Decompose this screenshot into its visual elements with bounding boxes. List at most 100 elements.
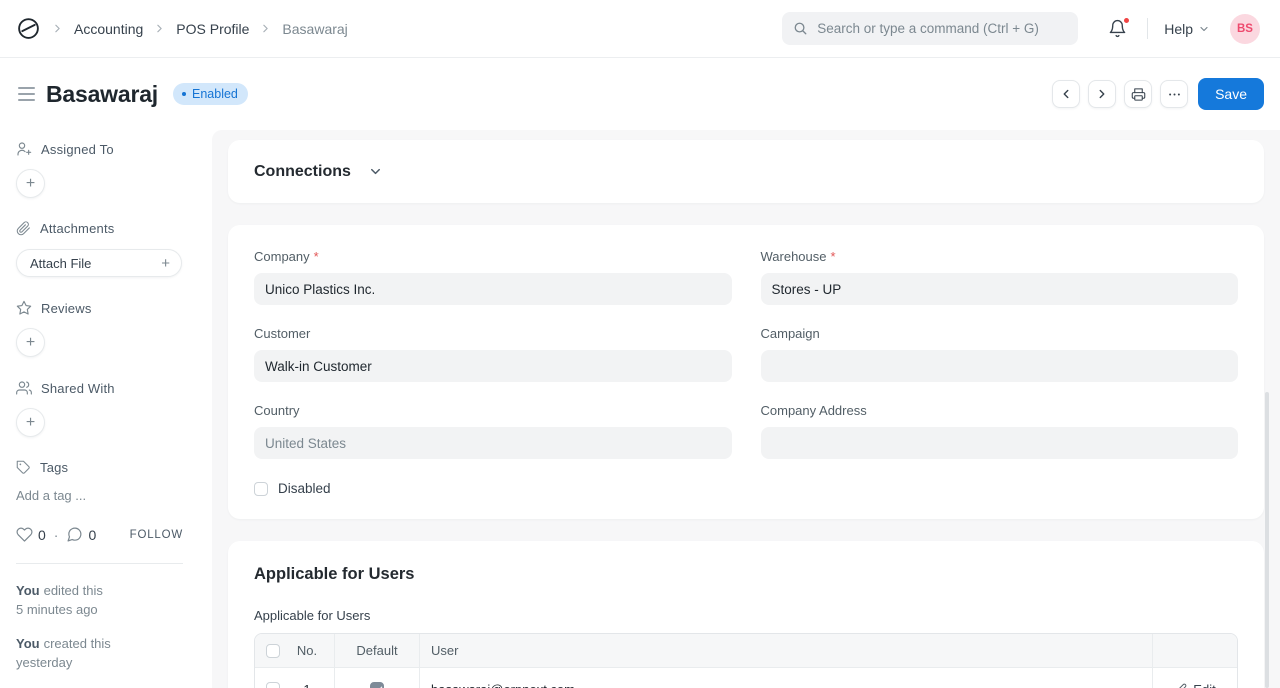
notification-dot <box>1123 17 1130 24</box>
country-label: Country <box>254 403 300 418</box>
save-button[interactable]: Save <box>1198 78 1264 110</box>
scrollbar-thumb[interactable] <box>1265 392 1269 688</box>
activity-action: edited this <box>44 583 103 598</box>
activity-user: You <box>16 636 40 651</box>
more-actions-button[interactable] <box>1160 80 1188 108</box>
applicable-users-title: Applicable for Users <box>254 565 1238 584</box>
column-user: User <box>420 634 1152 667</box>
warehouse-label: Warehouse <box>761 249 827 264</box>
reviews-section: Reviews <box>16 300 212 316</box>
heart-icon[interactable] <box>16 526 33 543</box>
field-campaign: Campaign <box>761 326 1239 382</box>
tags-label: Tags <box>40 460 68 475</box>
pencil-icon <box>1174 683 1187 688</box>
add-tag-input[interactable]: Add a tag ... <box>16 488 212 503</box>
row-select-checkbox[interactable] <box>266 682 280 688</box>
customer-label: Customer <box>254 326 310 341</box>
plus-icon: + <box>161 255 170 272</box>
chevron-right-icon <box>51 22 64 35</box>
tags-section: Tags <box>16 460 212 475</box>
edit-row-button[interactable]: Edit <box>1174 682 1215 688</box>
table-row[interactable]: 1 basawaraj@erpnext.com <box>255 668 1237 688</box>
user-cell[interactable]: basawaraj@erpnext.com <box>420 668 1152 688</box>
connections-title: Connections <box>254 163 351 181</box>
status-dot-icon <box>182 92 186 96</box>
assigned-to-label: Assigned To <box>41 142 114 157</box>
breadcrumb: Accounting POS Profile Basawaraj <box>16 16 348 41</box>
breadcrumb-pos-profile[interactable]: POS Profile <box>176 21 249 37</box>
form-main-area: Connections Company* Unico Plastics Inc.… <box>212 130 1280 688</box>
company-address-label: Company Address <box>761 403 867 418</box>
add-review-button[interactable]: + <box>16 328 45 357</box>
edit-label: Edit <box>1193 682 1215 688</box>
chevron-down-icon <box>1198 23 1210 35</box>
print-button[interactable] <box>1124 80 1152 108</box>
top-navbar: Accounting POS Profile Basawaraj Search … <box>0 0 1280 58</box>
app-logo-icon[interactable] <box>16 16 41 41</box>
divider <box>16 563 183 564</box>
search-input[interactable]: Search or type a command (Ctrl + G) <box>782 12 1078 45</box>
applicable-users-table-label: Applicable for Users <box>254 608 1238 623</box>
status-badge-label: Enabled <box>192 87 238 101</box>
chevron-right-icon <box>153 22 166 35</box>
shared-with-section: Shared With <box>16 380 212 396</box>
avatar[interactable]: BS <box>1230 14 1260 44</box>
field-warehouse: Warehouse* Stores - UP <box>761 249 1239 305</box>
comment-count: 0 <box>88 527 96 543</box>
customer-field[interactable]: Walk-in Customer <box>254 350 732 382</box>
table-header-row: No. Default User <box>255 634 1237 668</box>
add-share-button[interactable]: + <box>16 408 45 437</box>
shared-with-label: Shared With <box>41 381 115 396</box>
field-country: Country United States <box>254 403 732 459</box>
sidebar-toggle-icon[interactable] <box>16 83 37 105</box>
previous-record-button[interactable] <box>1052 80 1080 108</box>
help-menu[interactable]: Help <box>1164 21 1210 37</box>
activity-created: Youcreated this yesterday <box>16 634 183 672</box>
notifications-button[interactable] <box>1106 17 1129 40</box>
breadcrumb-accounting[interactable]: Accounting <box>74 21 143 37</box>
assigned-to-section: Assigned To <box>16 141 212 157</box>
tag-icon <box>16 460 31 475</box>
like-count: 0 <box>38 527 46 543</box>
chevron-down-icon <box>351 164 383 179</box>
form-sidebar: Assigned To + Attachments Attach File + <box>0 130 212 688</box>
attachments-section: Attachments <box>16 221 212 236</box>
add-assignment-button[interactable]: + <box>16 169 45 198</box>
reviews-label: Reviews <box>41 301 92 316</box>
country-field[interactable]: United States <box>254 427 732 459</box>
page-title: Basawaraj <box>46 81 158 108</box>
counts-separator: · <box>54 527 59 543</box>
paperclip-icon <box>16 221 31 236</box>
column-no: No. <box>280 643 334 658</box>
next-record-button[interactable] <box>1088 80 1116 108</box>
comment-icon[interactable] <box>66 526 83 543</box>
warehouse-field[interactable]: Stores - UP <box>761 273 1239 305</box>
activity-user: You <box>16 583 40 598</box>
attach-file-button[interactable]: Attach File + <box>16 249 182 277</box>
company-address-field[interactable] <box>761 427 1239 459</box>
select-all-checkbox[interactable] <box>266 644 280 658</box>
search-placeholder: Search or type a command (Ctrl + G) <box>817 21 1039 36</box>
pos-profile-form-section: Company* Unico Plastics Inc. Warehouse* … <box>228 225 1264 519</box>
users-icon <box>16 380 32 396</box>
column-actions <box>1152 634 1237 667</box>
disabled-checkbox-row[interactable]: Disabled <box>254 481 1238 496</box>
default-checkbox[interactable] <box>370 682 384 688</box>
row-number: 1 <box>280 682 334 688</box>
star-icon <box>16 300 32 316</box>
company-label: Company <box>254 249 310 264</box>
campaign-label: Campaign <box>761 326 820 341</box>
status-badge: Enabled <box>173 83 248 105</box>
company-field[interactable]: Unico Plastics Inc. <box>254 273 732 305</box>
activity-time: yesterday <box>16 653 183 672</box>
campaign-field[interactable] <box>761 350 1239 382</box>
help-label: Help <box>1164 21 1193 37</box>
activity-edited: Youedited this 5 minutes ago <box>16 581 183 619</box>
connections-section[interactable]: Connections <box>228 140 1264 203</box>
follow-button[interactable]: FOLLOW <box>130 529 183 541</box>
chevron-left-icon <box>1059 87 1073 101</box>
disabled-checkbox[interactable] <box>254 482 268 496</box>
applicable-users-table: No. Default User 1 basawaraj@erpnext.com <box>254 633 1238 688</box>
field-customer: Customer Walk-in Customer <box>254 326 732 382</box>
divider <box>1147 18 1148 39</box>
